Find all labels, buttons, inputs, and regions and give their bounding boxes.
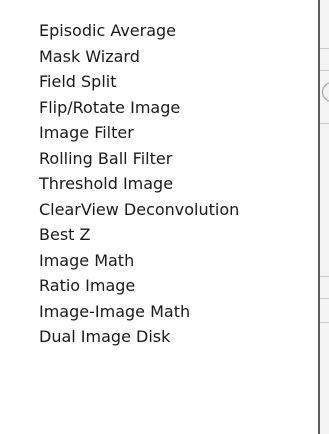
menu-item-dual-image-disk[interactable]: Dual Image Disk — [0, 324, 318, 350]
menu-item-flip-rotate-image[interactable]: Flip/Rotate Image — [0, 95, 318, 121]
background-divider — [320, 48, 329, 49]
background-window-edge — [320, 0, 329, 434]
menu-item-ratio-image[interactable]: Ratio Image — [0, 273, 318, 299]
menu-item-field-split[interactable]: Field Split — [0, 69, 318, 95]
menu-item-clearview-deconvolution[interactable]: ClearView Deconvolution — [0, 197, 318, 223]
menu-item-episodic-average[interactable]: Episodic Average — [0, 18, 318, 44]
menu-item-image-image-math[interactable]: Image-Image Math — [0, 299, 318, 325]
background-divider — [320, 70, 329, 71]
background-divider — [320, 123, 329, 124]
menu-list: Episodic Average Mask Wizard Field Split… — [0, 0, 318, 350]
menu-item-threshold-image[interactable]: Threshold Image — [0, 171, 318, 197]
background-divider — [320, 322, 329, 323]
menu-item-rolling-ball-filter[interactable]: Rolling Ball Filter — [0, 146, 318, 172]
menu-item-image-math[interactable]: Image Math — [0, 248, 318, 274]
menu-item-best-z[interactable]: Best Z — [0, 222, 318, 248]
menu-item-mask-wizard[interactable]: Mask Wizard — [0, 44, 318, 70]
background-divider — [320, 298, 329, 299]
background-divider — [320, 276, 329, 277]
context-menu: Episodic Average Mask Wizard Field Split… — [0, 0, 320, 434]
menu-item-image-filter[interactable]: Image Filter — [0, 120, 318, 146]
